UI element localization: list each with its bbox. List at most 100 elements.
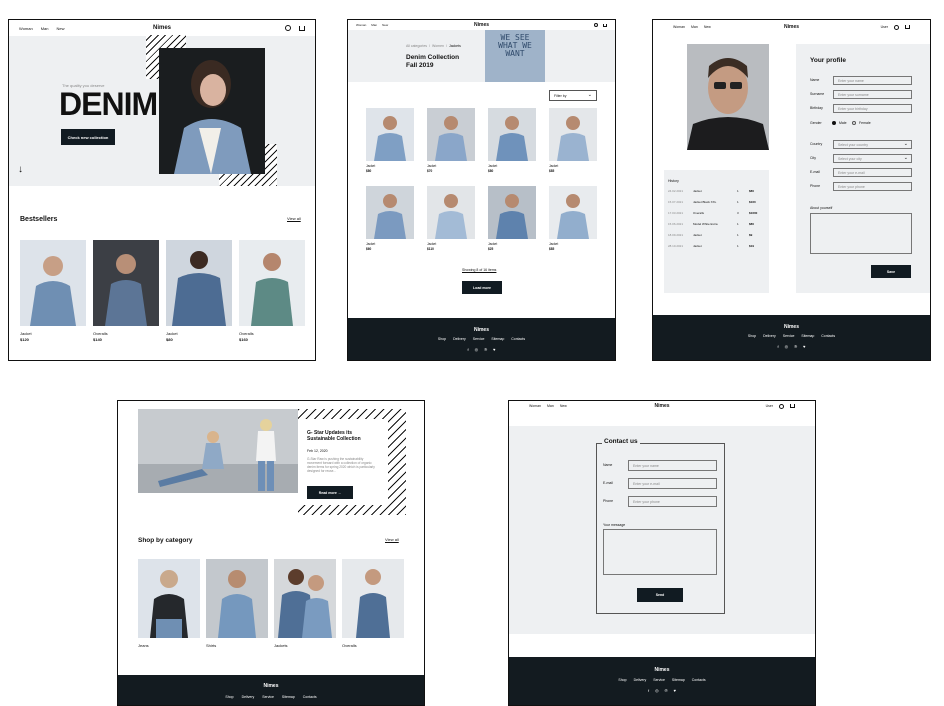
footer-link[interactable]: Sitemap bbox=[282, 695, 295, 699]
logo[interactable]: Nimes bbox=[153, 25, 171, 31]
input-field[interactable]: Enter your name bbox=[833, 76, 912, 85]
nav-new[interactable]: New bbox=[560, 404, 567, 408]
twitter-icon[interactable]: ♥ bbox=[803, 344, 805, 349]
input-field[interactable]: Enter your name bbox=[628, 460, 717, 471]
nav-women[interactable]: Woman bbox=[673, 25, 685, 29]
footer-link[interactable]: Service bbox=[473, 337, 485, 341]
blog-photo[interactable] bbox=[138, 409, 298, 493]
product-image[interactable] bbox=[488, 108, 536, 161]
footer-link[interactable]: Contacts bbox=[692, 678, 706, 682]
cart-icon[interactable] bbox=[905, 25, 910, 29]
footer-link[interactable]: Shop bbox=[438, 337, 446, 341]
twitter-icon[interactable]: ♥ bbox=[493, 347, 495, 352]
breadcrumb-item[interactable]: All categories bbox=[406, 44, 427, 48]
breadcrumb-item[interactable]: Women bbox=[432, 44, 444, 48]
category-image[interactable] bbox=[274, 559, 336, 638]
pinterest-icon[interactable]: ℗ bbox=[794, 344, 797, 349]
product-image[interactable] bbox=[427, 108, 475, 161]
footer-link[interactable]: Contacts bbox=[303, 695, 317, 699]
view-all-link[interactable]: View all bbox=[385, 537, 399, 542]
check-collection-button[interactable]: Check new collection bbox=[61, 129, 115, 145]
facebook-icon[interactable]: f bbox=[778, 344, 779, 349]
user-link[interactable]: User bbox=[881, 25, 888, 29]
category-label[interactable]: Shirts bbox=[206, 643, 216, 648]
category-label[interactable]: Jackets bbox=[274, 643, 288, 648]
input-field[interactable]: Enter your phone bbox=[628, 496, 717, 507]
search-icon[interactable] bbox=[894, 24, 899, 30]
nav-new[interactable]: New bbox=[57, 26, 65, 31]
product-image[interactable] bbox=[427, 186, 475, 239]
cart-icon[interactable] bbox=[790, 404, 795, 408]
logo[interactable]: Nimes bbox=[784, 24, 799, 30]
view-all-link[interactable]: View all bbox=[287, 216, 301, 221]
product-image[interactable] bbox=[239, 240, 305, 326]
search-icon[interactable] bbox=[594, 23, 598, 27]
instagram-icon[interactable]: ◎ bbox=[785, 344, 789, 349]
scroll-down-arrow-icon[interactable]: ↓ bbox=[18, 164, 23, 175]
category-image[interactable] bbox=[206, 559, 268, 638]
category-image[interactable] bbox=[138, 559, 200, 638]
gender-female-radio[interactable] bbox=[852, 121, 856, 125]
nav-men[interactable]: Man bbox=[41, 26, 49, 31]
product-image[interactable] bbox=[166, 240, 232, 326]
footer-link[interactable]: Sitemap bbox=[672, 678, 685, 682]
instagram-icon[interactable]: ◎ bbox=[475, 347, 479, 352]
nav-men[interactable]: Man bbox=[547, 404, 554, 408]
product-image[interactable] bbox=[549, 186, 597, 239]
product-image[interactable] bbox=[20, 240, 86, 326]
logo[interactable]: Nimes bbox=[654, 403, 669, 409]
filter-dropdown[interactable]: Filter by ⌄ bbox=[549, 90, 597, 101]
gender-male-radio[interactable] bbox=[832, 121, 836, 125]
footer-link[interactable]: Shop bbox=[618, 678, 626, 682]
logo[interactable]: Nimes bbox=[474, 22, 489, 28]
footer-link[interactable]: Shop bbox=[225, 695, 233, 699]
search-icon[interactable] bbox=[779, 403, 784, 409]
facebook-icon[interactable]: f bbox=[648, 688, 649, 693]
footer-link[interactable]: Shop bbox=[748, 334, 756, 338]
input-field[interactable]: Enter your e-mail bbox=[833, 168, 912, 177]
footer-link[interactable]: Service bbox=[262, 695, 274, 699]
footer-link[interactable]: Delivery bbox=[763, 334, 776, 338]
product-image[interactable] bbox=[549, 108, 597, 161]
footer-link[interactable]: Delivery bbox=[453, 337, 466, 341]
pinterest-icon[interactable]: ℗ bbox=[665, 688, 668, 693]
product-image[interactable] bbox=[366, 186, 414, 239]
message-textarea[interactable] bbox=[603, 529, 717, 575]
facebook-icon[interactable]: f bbox=[468, 347, 469, 352]
footer-link[interactable]: Sitemap bbox=[801, 334, 814, 338]
input-field[interactable]: Enter your phone bbox=[833, 182, 912, 191]
footer-link[interactable]: Delivery bbox=[242, 695, 255, 699]
nav-new[interactable]: New bbox=[382, 23, 388, 27]
save-button[interactable]: Save bbox=[871, 265, 911, 278]
input-field[interactable]: Enter your birthday bbox=[833, 104, 912, 113]
category-label[interactable]: Jeans bbox=[138, 643, 149, 648]
product-image[interactable] bbox=[488, 186, 536, 239]
footer-link[interactable]: Contacts bbox=[511, 337, 525, 341]
footer-link[interactable]: Delivery bbox=[634, 678, 647, 682]
nav-women[interactable]: Woman bbox=[529, 404, 541, 408]
nav-women[interactable]: Woman bbox=[356, 23, 366, 27]
footer-link[interactable]: Contacts bbox=[821, 334, 835, 338]
nav-women[interactable]: Woman bbox=[19, 26, 33, 31]
user-link[interactable]: User bbox=[766, 404, 773, 408]
cart-icon[interactable] bbox=[603, 23, 607, 27]
instagram-icon[interactable]: ◎ bbox=[655, 688, 659, 693]
send-button[interactable]: Send bbox=[637, 588, 683, 602]
input-field[interactable]: Enter your surname bbox=[833, 90, 912, 99]
product-image[interactable] bbox=[93, 240, 159, 326]
nav-men[interactable]: Man bbox=[371, 23, 377, 27]
twitter-icon[interactable]: ♥ bbox=[674, 688, 676, 693]
search-icon[interactable] bbox=[285, 25, 291, 31]
pinterest-icon[interactable]: ℗ bbox=[484, 347, 487, 352]
about-textarea[interactable] bbox=[810, 213, 912, 254]
footer-link[interactable]: Service bbox=[653, 678, 665, 682]
nav-new[interactable]: New bbox=[704, 25, 711, 29]
product-image[interactable] bbox=[366, 108, 414, 161]
category-label[interactable]: Overalls bbox=[342, 643, 357, 648]
read-more-button[interactable]: Read more → bbox=[307, 486, 353, 499]
select-field[interactable]: Select your country ⌄ bbox=[833, 140, 912, 149]
footer-link[interactable]: Sitemap bbox=[491, 337, 504, 341]
category-image[interactable] bbox=[342, 559, 404, 638]
load-more-button[interactable]: Load more bbox=[462, 281, 502, 294]
nav-men[interactable]: Man bbox=[691, 25, 698, 29]
